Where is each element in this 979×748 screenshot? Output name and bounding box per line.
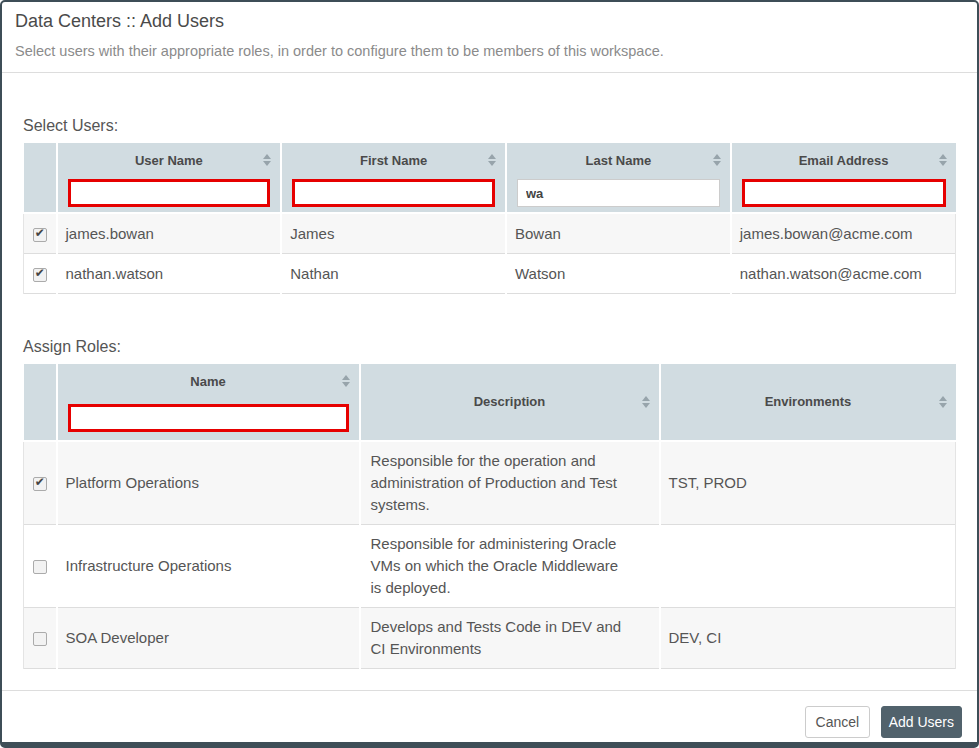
column-header-role-name[interactable]: Name (57, 364, 360, 441)
column-header-first-name[interactable]: First Name (281, 143, 506, 213)
add-users-dialog: Data Centers :: Add Users Select users w… (0, 0, 979, 748)
cell-role-description: Responsible for administering Oracle VMs… (360, 524, 660, 607)
page-subtitle: Select users with their appropriate role… (15, 43, 964, 59)
cell-email: nathan.watson@acme.com (731, 253, 956, 293)
sort-icon[interactable] (713, 154, 721, 166)
filter-input-role-name[interactable] (68, 404, 349, 432)
cell-email: james.bowan@acme.com (731, 213, 956, 253)
column-header-last-name[interactable]: Last Name (506, 143, 731, 213)
sort-icon[interactable] (488, 154, 496, 166)
sort-icon[interactable] (263, 154, 271, 166)
users-header-checkbox-column (24, 143, 57, 213)
filter-input-user-name[interactable] (68, 179, 271, 207)
filter-input-first-name[interactable] (292, 179, 495, 207)
cell-first-name: James (281, 213, 506, 253)
roles-table: Name Description Environments (23, 364, 956, 669)
column-header-user-name[interactable]: User Name (57, 143, 282, 213)
user-row-checkbox[interactable] (33, 268, 47, 282)
cell-last-name: Bowan (506, 213, 731, 253)
users-table: User Name First Name Last Name (23, 143, 956, 294)
cell-user-name: nathan.watson (57, 253, 282, 293)
cell-role-name: Infrastructure Operations (57, 524, 360, 607)
add-users-button[interactable]: Add Users (881, 706, 962, 738)
cell-first-name: Nathan (281, 253, 506, 293)
roles-header-checkbox-column (24, 364, 57, 441)
cell-user-name: james.bowan (57, 213, 282, 253)
filter-input-last-name[interactable] (517, 179, 720, 207)
sort-icon[interactable] (939, 396, 947, 408)
user-row: nathan.watson Nathan Watson nathan.watso… (24, 253, 956, 293)
dialog-body: Select Users: User Name First Name (2, 117, 977, 669)
cell-role-name: Platform Operations (57, 441, 360, 525)
role-row-checkbox[interactable] (33, 477, 47, 491)
column-header-email-address[interactable]: Email Address (731, 143, 956, 213)
sort-icon[interactable] (642, 396, 650, 408)
cell-role-name: SOA Developer (57, 607, 360, 668)
column-header-description[interactable]: Description (360, 364, 660, 441)
role-row: Infrastructure Operations Responsible fo… (24, 524, 956, 607)
cancel-button[interactable]: Cancel (805, 706, 871, 738)
cell-last-name: Watson (506, 253, 731, 293)
role-row: SOA Developer Develops and Tests Code in… (24, 607, 956, 668)
user-row: james.bowan James Bowan james.bowan@acme… (24, 213, 956, 253)
role-row-checkbox[interactable] (33, 560, 47, 574)
role-row: Platform Operations Responsible for the … (24, 441, 956, 525)
cell-role-environments: DEV, CI (660, 607, 956, 668)
dialog-footer: Cancel Add Users (2, 690, 977, 738)
user-row-checkbox[interactable] (33, 228, 47, 242)
cell-role-description: Develops and Tests Code in DEV and CI En… (360, 607, 660, 668)
assign-roles-label: Assign Roles: (23, 338, 956, 356)
sort-icon[interactable] (939, 154, 947, 166)
filter-input-email-address[interactable] (742, 179, 946, 207)
cell-role-environments: TST, PROD (660, 441, 956, 525)
page-title: Data Centers :: Add Users (15, 11, 964, 32)
role-row-checkbox[interactable] (33, 632, 47, 646)
sort-icon[interactable] (342, 375, 350, 387)
dialog-header: Data Centers :: Add Users Select users w… (2, 2, 977, 73)
column-header-environments[interactable]: Environments (660, 364, 956, 441)
select-users-label: Select Users: (23, 117, 956, 135)
cell-role-description: Responsible for the operation and admini… (360, 441, 660, 525)
cell-role-environments (660, 524, 956, 607)
